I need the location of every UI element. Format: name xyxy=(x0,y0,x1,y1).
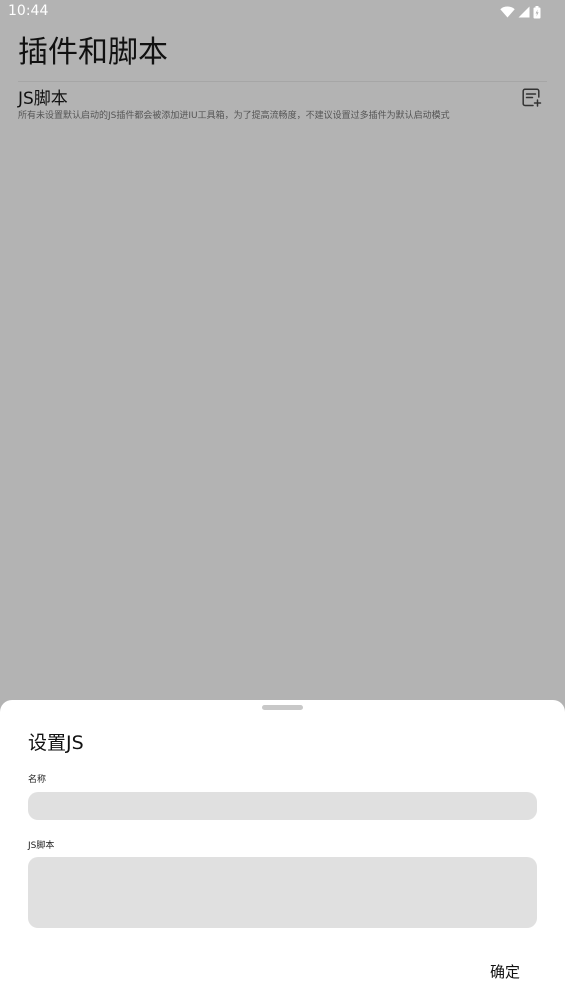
page-title: 插件和脚本 xyxy=(18,35,168,70)
section-description: 所有未设置默认启动的JS插件都会被添加进IU工具箱，为了提高流畅度，不建议设置过… xyxy=(18,111,450,121)
js-script-label: JS脚本 xyxy=(28,841,55,851)
js-script-field[interactable] xyxy=(28,857,537,928)
add-script-button[interactable] xyxy=(521,87,543,111)
bottom-sheet: 设置JS 名称 JS脚本 确定 xyxy=(0,700,565,1004)
drag-handle[interactable] xyxy=(262,705,303,710)
title-divider xyxy=(18,81,547,82)
signal-icon xyxy=(518,6,530,18)
js-script-section: JS脚本 所有未设置默认启动的JS插件都会被添加进IU工具箱，为了提高流畅度，不… xyxy=(18,86,547,126)
name-label: 名称 xyxy=(28,775,47,785)
status-time: 10:44 xyxy=(8,3,49,19)
battery-icon xyxy=(533,5,541,19)
add-note-icon xyxy=(522,87,542,111)
sheet-title: 设置JS xyxy=(28,732,84,754)
wifi-icon xyxy=(500,6,515,18)
name-field[interactable] xyxy=(28,792,537,820)
status-icons xyxy=(500,4,541,20)
confirm-button[interactable]: 确定 xyxy=(490,962,520,982)
section-title: JS脚本 xyxy=(18,89,68,109)
status-bar: 10:44 xyxy=(0,0,565,24)
